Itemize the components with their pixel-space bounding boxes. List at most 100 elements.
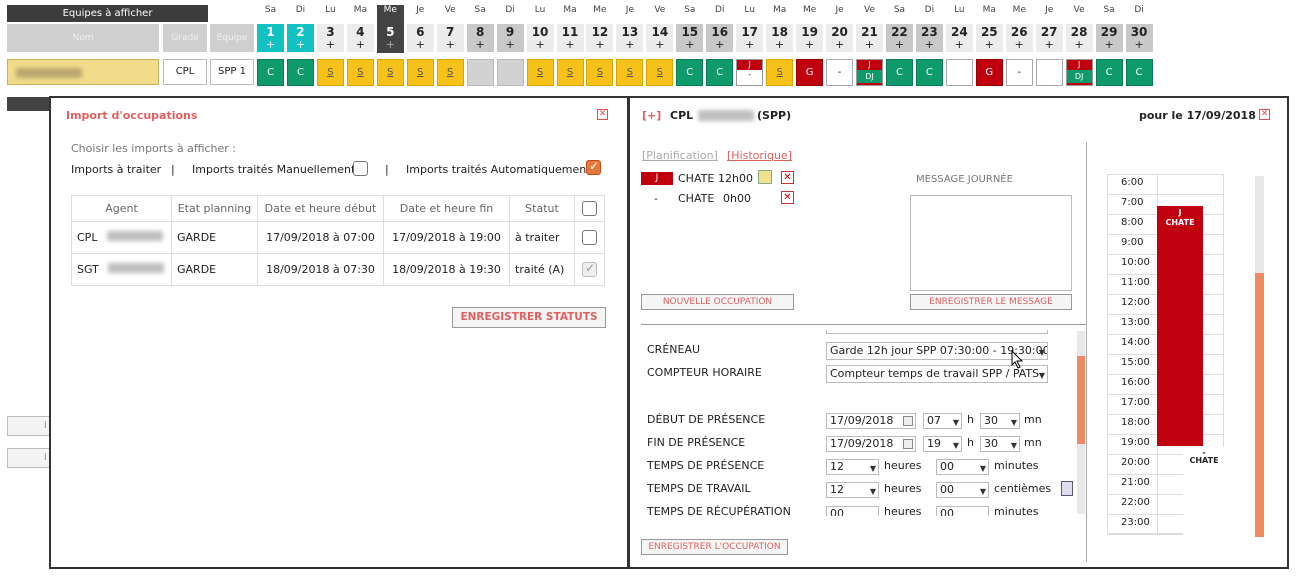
filter-manual-checkbox[interactable] [353,161,368,176]
recovery-hours-select[interactable]: 00 [826,506,879,516]
planning-day-cell[interactable]: - [826,59,854,86]
add-icon[interactable]: + [796,39,823,51]
timeline-scrollbar-thumb[interactable] [1255,273,1264,537]
start-min-select[interactable]: 30 ▼ [980,413,1020,429]
planning-day-cell[interactable] [1035,59,1063,86]
tab-history[interactable]: [Historique] [727,149,792,162]
expand-toggle[interactable]: [+] [642,109,661,122]
calendar-icon[interactable] [903,416,913,426]
add-icon[interactable]: + [676,39,703,51]
planning-day-cell[interactable] [945,59,973,86]
planning-day-cell[interactable]: C [706,59,734,86]
day-number-header[interactable]: 8 + [466,24,494,52]
work-hours-select[interactable]: 12 ▼ [826,482,879,498]
start-date-input[interactable]: 17/09/2018 [826,413,916,429]
planning-day-cell[interactable]: S [556,59,584,86]
add-icon[interactable]: + [287,39,314,51]
start-hour-select[interactable]: 07 ▼ [923,413,962,429]
day-number-header[interactable]: 14 + [646,24,674,52]
save-occupation-button[interactable]: ENREGISTRER L'OCCUPATION [641,539,788,555]
row-select-cell[interactable] [574,221,605,254]
day-number-header[interactable]: 2 + [286,24,314,52]
planning-day-cell[interactable]: S [526,59,554,86]
timeline-occupation-block[interactable]: - CHATE [1183,447,1225,535]
day-number-header[interactable]: 27 + [1035,24,1063,52]
day-number-header[interactable]: 11 + [556,24,584,52]
day-number-header[interactable]: 24 + [945,24,973,52]
add-icon[interactable]: + [856,39,883,51]
add-icon[interactable]: + [1096,39,1123,51]
planning-day-cell[interactable]: S [616,59,644,86]
planning-day-cell[interactable]: J DJ [856,59,883,86]
end-hour-select[interactable]: 19 ▼ [923,436,962,452]
row-checkbox[interactable] [582,230,597,245]
day-number-header[interactable]: 28 + [1065,24,1093,52]
form-scrollbar-thumb[interactable] [1077,356,1085,444]
add-icon[interactable]: + [916,39,943,51]
day-number-header[interactable]: 30 + [1125,24,1153,52]
planning-day-cell[interactable]: C [676,59,704,86]
add-icon[interactable]: + [586,39,613,51]
add-icon[interactable]: + [1066,39,1093,51]
close-icon[interactable]: ✕ [597,109,608,120]
add-icon[interactable]: + [1036,39,1063,51]
planning-day-cell[interactable]: C [257,59,284,86]
planning-day-cell[interactable]: C [1125,59,1153,86]
column-header-grade[interactable]: Grade [163,24,207,52]
add-icon[interactable]: + [736,39,763,51]
planning-day-cell[interactable]: S [646,59,674,86]
timeline-hour-row[interactable]: 6:00 [1108,175,1224,195]
delete-icon[interactable]: ✕ [781,171,794,184]
save-message-button[interactable]: ENREGISTRER LE MESSAGE [910,294,1072,310]
add-icon[interactable]: + [646,39,673,51]
filter-auto-checkbox[interactable] [586,159,601,175]
planning-day-cell[interactable] [496,59,524,86]
planning-day-cell[interactable]: C [915,59,943,86]
tab-planning[interactable]: [Planification] [642,149,718,162]
day-number-header[interactable]: 17 + [736,24,764,52]
day-number-header[interactable]: 15 + [676,24,704,52]
day-number-header[interactable]: 19 + [796,24,824,52]
recovery-minutes-select[interactable]: 00 [936,506,989,516]
add-icon[interactable]: + [347,39,374,51]
add-icon[interactable]: + [1006,39,1033,51]
day-number-header[interactable]: 25 + [975,24,1003,52]
delete-icon[interactable]: ✕ [781,191,794,204]
end-min-select[interactable]: 30 ▼ [980,436,1020,452]
calculator-icon[interactable] [1061,481,1073,496]
planning-day-cell[interactable]: - [1005,59,1033,86]
add-icon[interactable]: + [826,39,853,51]
filter-to-process[interactable]: Imports à traiter [71,163,161,176]
day-number-header[interactable]: 23 + [915,24,943,52]
teams-header[interactable]: Equipes à afficher [7,5,208,22]
planning-day-cell[interactable]: S [586,59,614,86]
day-number-header[interactable]: 6 + [406,24,434,52]
presence-hours-select[interactable]: 12 ▼ [826,459,879,475]
calendar-icon[interactable] [903,439,913,449]
header-select-all[interactable] [574,195,605,222]
planning-day-cell[interactable]: C [286,59,314,86]
timeline-scrollbar[interactable] [1255,176,1264,537]
add-icon[interactable]: + [317,39,344,51]
work-cents-select[interactable]: 00 ▼ [936,482,989,498]
close-icon[interactable]: ✕ [1259,109,1270,120]
day-number-header[interactable]: 5 + [376,24,404,52]
planning-day-cell[interactable]: J DJ [1065,59,1093,86]
add-icon[interactable]: + [437,39,464,51]
day-number-header[interactable]: 21 + [856,24,883,52]
planning-day-cell[interactable]: C [1095,59,1123,86]
agent-name-cell[interactable] [7,59,159,85]
day-number-header[interactable]: 18 + [766,24,794,52]
presence-minutes-select[interactable]: 00 ▼ [936,459,989,475]
planning-day-cell[interactable]: G [975,59,1003,86]
column-header-team[interactable]: Equipe [210,24,254,52]
form-scrollbar[interactable] [1077,331,1085,514]
day-number-header[interactable]: 12 + [586,24,614,52]
add-icon[interactable]: + [407,39,434,51]
add-icon[interactable]: + [377,39,404,51]
day-number-header[interactable]: 26 + [1005,24,1033,52]
add-icon[interactable]: + [616,39,643,51]
day-number-header[interactable]: 22 + [885,24,913,52]
planning-day-cell[interactable]: S [436,59,464,86]
add-icon[interactable]: + [766,39,793,51]
